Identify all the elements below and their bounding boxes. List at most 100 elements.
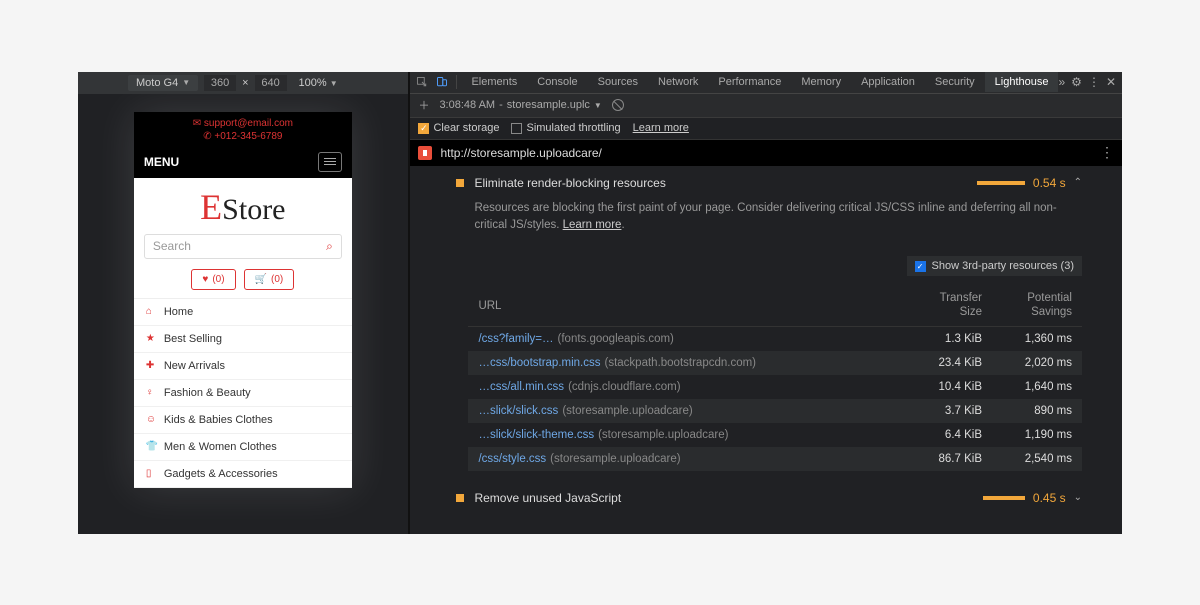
search-row: Search ⌕ (134, 230, 352, 267)
audited-url: http://storesample.uploadcare/ (440, 146, 601, 160)
plus-icon: ✚ (146, 360, 156, 371)
female-icon: ♀ (146, 387, 156, 398)
audit-results: Eliminate render-blocking resources 0.54… (410, 166, 1122, 534)
table-row[interactable]: /css?family=…(fonts.googleapis.com)1.3 K… (468, 327, 1082, 351)
nav-best-selling[interactable]: ★Best Selling (134, 326, 352, 353)
preview-viewport: ✉ support@email.com ✆ +012-345-6789 MENU… (78, 94, 408, 534)
menu-label: MENU (144, 155, 179, 169)
tab-lighthouse[interactable]: Lighthouse (985, 72, 1059, 92)
chevron-up-icon: ⌃ (1074, 177, 1082, 188)
savings-bar: 0.54 s ⌃ (977, 176, 1082, 190)
warning-icon (456, 494, 464, 502)
settings-icon[interactable]: ⚙ (1071, 75, 1082, 89)
category-nav: ⌂Home ★Best Selling ✚New Arrivals ♀Fashi… (134, 298, 352, 488)
audit-time: 0.45 s (1033, 491, 1066, 505)
tab-elements[interactable]: Elements (461, 72, 527, 92)
tab-security[interactable]: Security (925, 72, 985, 92)
lighthouse-options: ✓ Clear storage Simulated throttling Lea… (410, 118, 1122, 140)
search-input[interactable]: Search ⌕ (144, 234, 342, 259)
audit-unused-js: Remove unused JavaScript 0.45 s ⌄ (410, 481, 1122, 519)
table-header: URL TransferSize PotentialSavings (468, 286, 1082, 327)
savings-bar: 0.45 s ⌄ (983, 491, 1082, 505)
learn-more-link[interactable]: Learn more (563, 219, 622, 231)
more-tabs-icon[interactable]: » (1058, 75, 1065, 89)
report-menu-icon[interactable]: ⋮ (1100, 144, 1114, 161)
nav-home[interactable]: ⌂Home (134, 299, 352, 326)
logo-accent: E (200, 187, 222, 227)
learn-more-link[interactable]: Learn more (633, 122, 689, 134)
cart-button[interactable]: 🛒(0) (244, 269, 295, 290)
tab-performance[interactable]: Performance (708, 72, 791, 92)
tab-sources[interactable]: Sources (588, 72, 648, 92)
inspect-element-icon[interactable] (412, 72, 432, 92)
resources-table: URL TransferSize PotentialSavings /css?f… (410, 282, 1122, 481)
nav-fashion[interactable]: ♀Fashion & Beauty (134, 380, 352, 407)
third-party-toggle-row: ✓ Show 3rd-party resources (3) (410, 250, 1122, 282)
tab-console[interactable]: Console (527, 72, 587, 92)
chevron-down-icon: ▼ (594, 101, 602, 110)
report-time: 3:08:48 AM (439, 99, 495, 111)
lighthouse-toolbar: ＋ 3:08:48 AM - storesample.uplc ▼ (410, 94, 1122, 118)
audit-time: 0.54 s (1033, 176, 1066, 190)
audit-render-blocking: Eliminate render-blocking resources 0.54… (410, 166, 1122, 251)
logo-text: Store (222, 193, 285, 226)
audit-title: Remove unused JavaScript (474, 491, 972, 505)
phone-icon: ✆ (203, 131, 214, 142)
table-row[interactable]: …css/bootstrap.min.css(stackpath.bootstr… (468, 351, 1082, 375)
col-savings: PotentialSavings (982, 292, 1072, 320)
chevron-down-icon: ⌄ (1074, 492, 1082, 503)
devtools-tabs: Elements Console Sources Network Perform… (410, 72, 1122, 94)
audit-header[interactable]: Remove unused JavaScript 0.45 s ⌄ (456, 491, 1082, 505)
lighthouse-icon (418, 146, 432, 160)
site-logo[interactable]: EStore (134, 178, 352, 230)
report-name: storesample.uplc (507, 99, 590, 111)
device-toolbar: Moto G4 ▼ 360 × 640 100% ▼ (78, 72, 408, 94)
nav-new-arrivals[interactable]: ✚New Arrivals (134, 353, 352, 380)
nav-kids[interactable]: ☺Kids & Babies Clothes (134, 407, 352, 434)
cart-row: ♥(0) 🛒(0) (134, 267, 352, 298)
kebab-icon[interactable]: ⋮ (1088, 75, 1100, 89)
audit-header[interactable]: Eliminate render-blocking resources 0.54… (456, 176, 1082, 190)
dimension-separator: × (242, 77, 248, 89)
clear-icon[interactable] (612, 99, 624, 111)
report-selector[interactable]: 3:08:48 AM - storesample.uplc ▼ (439, 99, 601, 111)
table-row[interactable]: …slick/slick.css(storesample.uploadcare)… (468, 399, 1082, 423)
device-selector[interactable]: Moto G4 ▼ (128, 75, 198, 91)
support-phone[interactable]: +012-345-6789 (214, 131, 282, 142)
device-toggle-icon[interactable] (432, 72, 452, 92)
device-name: Moto G4 (136, 77, 178, 89)
close-icon[interactable]: ✕ (1106, 75, 1116, 89)
tshirt-icon: 👕 (146, 441, 156, 452)
cart-icon: 🛒 (255, 274, 267, 285)
devtools-window: Moto G4 ▼ 360 × 640 100% ▼ ✉ support@ema… (78, 72, 1122, 534)
height-input[interactable]: 640 (255, 75, 287, 91)
tab-memory[interactable]: Memory (791, 72, 851, 92)
search-placeholder: Search (153, 239, 191, 253)
new-report-button[interactable]: ＋ (418, 97, 429, 113)
col-transfer: TransferSize (902, 292, 982, 320)
nav-clothes[interactable]: 👕Men & Women Clothes (134, 434, 352, 461)
table-row[interactable]: …css/all.min.css(cdnjs.cloudflare.com)10… (468, 375, 1082, 399)
col-url: URL (478, 300, 902, 312)
search-icon[interactable]: ⌕ (326, 239, 333, 254)
support-email[interactable]: support@email.com (204, 118, 293, 129)
zoom-selector[interactable]: 100% ▼ (293, 75, 344, 91)
tab-application[interactable]: Application (851, 72, 925, 92)
nav-gadgets[interactable]: ▯Gadgets & Accessories (134, 461, 352, 488)
device-preview-pane: Moto G4 ▼ 360 × 640 100% ▼ ✉ support@ema… (78, 72, 408, 534)
third-party-checkbox[interactable]: ✓ Show 3rd-party resources (3) (907, 256, 1082, 276)
table-row[interactable]: …slick/slick-theme.css(storesample.uploa… (468, 423, 1082, 447)
warning-icon (456, 179, 464, 187)
heart-icon: ♥ (202, 274, 208, 285)
clear-storage-checkbox[interactable]: ✓ Clear storage (418, 122, 499, 134)
width-input[interactable]: 360 (204, 75, 236, 91)
hamburger-icon[interactable] (318, 152, 342, 172)
mobile-icon: ▯ (146, 468, 156, 479)
wishlist-button[interactable]: ♥(0) (191, 269, 235, 290)
tab-network[interactable]: Network (648, 72, 708, 92)
email-icon: ✉ (193, 118, 204, 129)
table-row[interactable]: /css/style.css(storesample.uploadcare)86… (468, 447, 1082, 471)
simulated-throttling-checkbox[interactable]: Simulated throttling (511, 122, 620, 134)
menu-bar: MENU (134, 146, 352, 178)
star-icon: ★ (146, 333, 156, 344)
